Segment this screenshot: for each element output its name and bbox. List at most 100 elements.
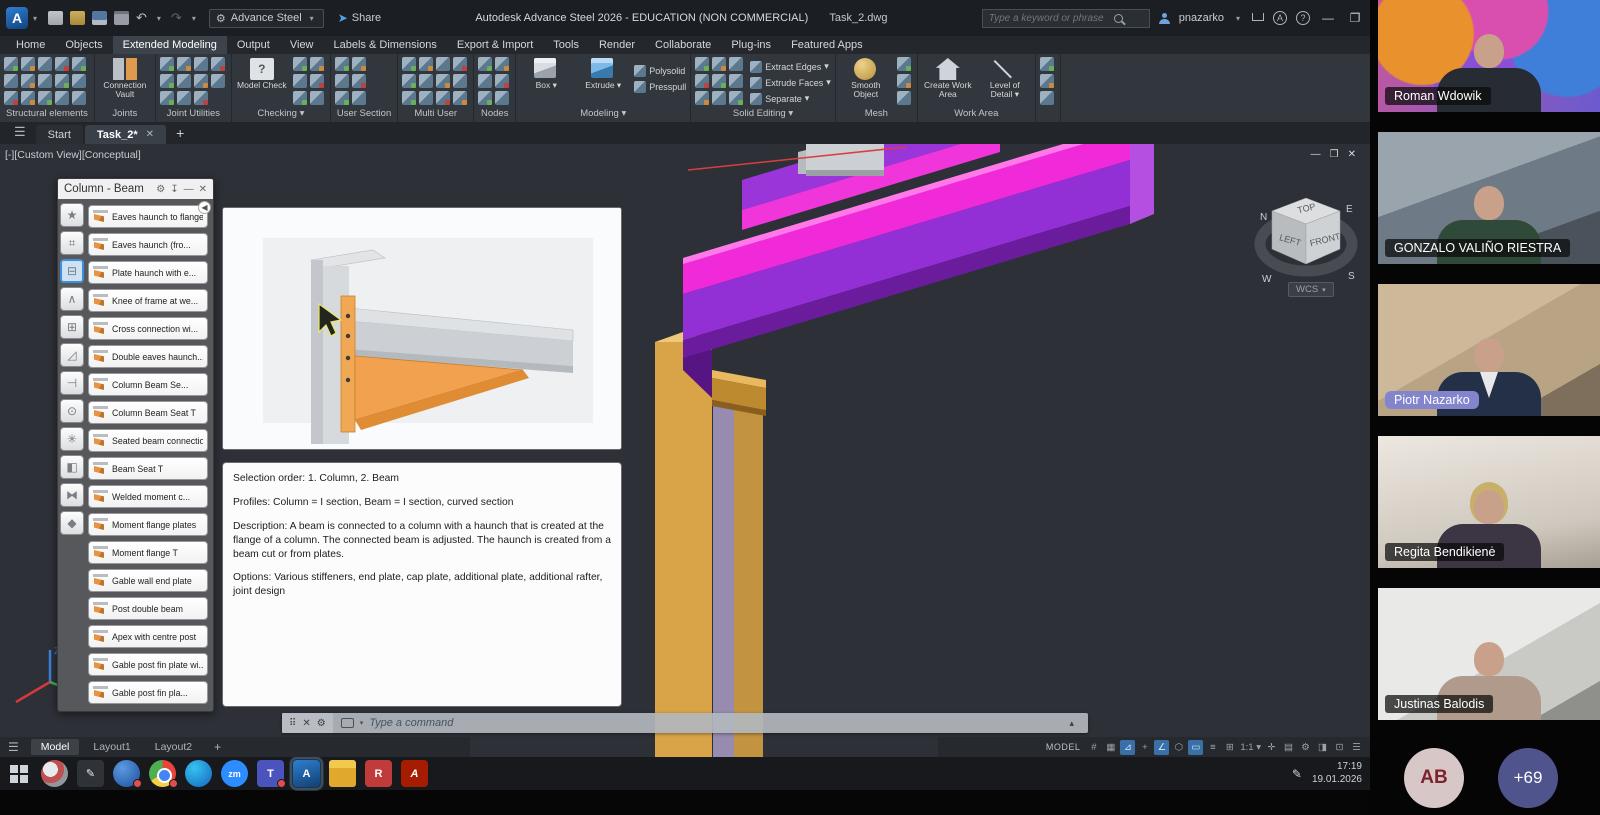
joint-utility-icon[interactable] bbox=[211, 74, 225, 88]
joint-item[interactable]: Moment flange T bbox=[88, 541, 208, 564]
node-tool-icon[interactable] bbox=[495, 74, 509, 88]
solid-editing-icon[interactable] bbox=[712, 57, 726, 71]
structural-tool-icon[interactable] bbox=[55, 91, 69, 105]
command-line[interactable]: ⠿ ✕ ⚙ ▾ Type a command ▴ bbox=[282, 713, 1088, 733]
joint-utility-icon[interactable] bbox=[211, 57, 225, 71]
structural-tool-icon[interactable] bbox=[4, 57, 18, 71]
status-toggle-icon[interactable]: ⬡ bbox=[1171, 740, 1186, 755]
status-toggle-icon[interactable]: ▤ bbox=[1281, 740, 1296, 755]
ribbon-tab[interactable]: Plug-ins bbox=[721, 36, 781, 54]
joint-category-button[interactable]: ◿ bbox=[60, 343, 84, 367]
user-section-icon[interactable] bbox=[352, 74, 366, 88]
save-icon[interactable] bbox=[92, 11, 107, 25]
recent-commands-icon[interactable] bbox=[341, 718, 354, 728]
taskbar-app-icon[interactable]: A bbox=[293, 760, 320, 787]
command-customize-icon[interactable]: ⚙ bbox=[317, 718, 326, 729]
status-toggle-icon[interactable]: ▦ bbox=[1103, 740, 1118, 755]
user-section-icon[interactable] bbox=[335, 57, 349, 71]
extra-tool-icon[interactable] bbox=[1040, 91, 1054, 105]
palette-scroll-arrow-icon[interactable]: ◀ bbox=[198, 201, 211, 214]
joint-category-button[interactable]: ⧓ bbox=[60, 483, 84, 507]
tab-model[interactable]: Model bbox=[31, 739, 80, 755]
status-menu-icon[interactable]: ☰ bbox=[8, 740, 19, 754]
taskbar-app-icon[interactable] bbox=[41, 760, 68, 787]
participant-tile[interactable]: GONZALO VALIÑO RIESTRA bbox=[1378, 132, 1600, 264]
viewport-restore-icon[interactable]: ❐ bbox=[1330, 149, 1339, 160]
solid-editing-icon[interactable] bbox=[695, 74, 709, 88]
joint-item[interactable]: Double eaves haunch... bbox=[88, 345, 208, 368]
taskbar-clock[interactable]: 17:19 19.01.2026 bbox=[1312, 761, 1362, 786]
solid-editing-icon[interactable] bbox=[729, 74, 743, 88]
new-drawing-icon[interactable] bbox=[48, 11, 63, 25]
palette-header[interactable]: Column - Beam ⚙ ↧ — ✕ bbox=[58, 179, 213, 199]
ribbon-tab[interactable]: Collaborate bbox=[645, 36, 721, 54]
user-icon[interactable] bbox=[1159, 13, 1170, 24]
joint-utility-icon[interactable] bbox=[194, 91, 208, 105]
structural-tool-icon[interactable] bbox=[38, 74, 52, 88]
tab-task2[interactable]: Task_2* ✕ bbox=[85, 125, 166, 144]
multi-user-icon[interactable] bbox=[453, 74, 467, 88]
ribbon-tab[interactable]: View bbox=[280, 36, 324, 54]
status-toggle-icon[interactable]: ▭ bbox=[1188, 740, 1203, 755]
joint-item[interactable]: Welded moment c... bbox=[88, 485, 208, 508]
checking-tool-icon[interactable] bbox=[293, 74, 307, 88]
wcs-selector[interactable]: WCS ▾ bbox=[1288, 282, 1334, 297]
structural-tool-icon[interactable] bbox=[38, 91, 52, 105]
node-tool-icon[interactable] bbox=[495, 91, 509, 105]
command-history-icon[interactable]: ▴ bbox=[1063, 718, 1080, 729]
multi-user-icon[interactable] bbox=[453, 91, 467, 105]
status-toggle-icon[interactable]: ◨ bbox=[1315, 740, 1330, 755]
multi-user-icon[interactable] bbox=[419, 57, 433, 71]
joint-category-button[interactable]: ⌗ bbox=[60, 231, 84, 255]
structural-tool-icon[interactable] bbox=[4, 91, 18, 105]
joint-category-button[interactable]: ✳ bbox=[60, 427, 84, 451]
extrude-faces-button[interactable]: Extrude Faces▾ bbox=[750, 75, 831, 90]
undo-caret-icon[interactable]: ▾ bbox=[157, 14, 161, 23]
undo-icon[interactable]: ↶ bbox=[136, 10, 147, 26]
status-toggle-icon[interactable]: ∠ bbox=[1154, 740, 1169, 755]
structural-tool-icon[interactable] bbox=[38, 57, 52, 71]
autodesk-app-icon[interactable]: A bbox=[1273, 11, 1287, 25]
palette-minimize-icon[interactable]: — bbox=[184, 184, 194, 195]
taskbar-app-icon[interactable]: zm bbox=[221, 760, 248, 787]
joint-utility-icon[interactable] bbox=[177, 57, 191, 71]
help-icon[interactable]: ? bbox=[1296, 11, 1310, 25]
joint-category-button[interactable]: ⊞ bbox=[60, 315, 84, 339]
status-toggle-icon[interactable]: ≡ bbox=[1205, 740, 1220, 755]
command-input[interactable]: Type a command bbox=[369, 717, 1057, 729]
ribbon-tab[interactable]: Render bbox=[589, 36, 645, 54]
workspace-switcher[interactable]: ⚙ Advance Steel ▾ bbox=[209, 9, 324, 28]
user-section-icon[interactable] bbox=[335, 91, 349, 105]
joint-category-button[interactable]: ⊣ bbox=[60, 371, 84, 395]
joint-item[interactable]: Plate haunch with e... bbox=[88, 261, 208, 284]
close-tab-icon[interactable]: ✕ bbox=[146, 129, 154, 140]
palette-close-icon[interactable]: ✕ bbox=[199, 184, 207, 195]
multi-user-icon[interactable] bbox=[436, 91, 450, 105]
solid-editing-icon[interactable] bbox=[712, 74, 726, 88]
new-layout-icon[interactable]: + bbox=[206, 740, 229, 754]
participant-tile[interactable]: Roman Wdowik bbox=[1378, 0, 1600, 112]
tab-layout1[interactable]: Layout1 bbox=[83, 739, 140, 755]
presspull-button[interactable]: Presspull bbox=[634, 79, 686, 94]
palette-pin-icon[interactable]: ↧ bbox=[170, 184, 178, 195]
status-toggle-icon[interactable]: ☰ bbox=[1349, 740, 1364, 755]
joint-category-button[interactable]: ⊙ bbox=[60, 399, 84, 423]
multi-user-icon[interactable] bbox=[402, 91, 416, 105]
viewport-minimize-icon[interactable]: — bbox=[1311, 149, 1321, 160]
checking-tool-icon[interactable] bbox=[310, 74, 324, 88]
joint-item[interactable]: Apex with centre post bbox=[88, 625, 208, 648]
user-section-icon[interactable] bbox=[352, 91, 366, 105]
joint-item[interactable]: Beam Seat T bbox=[88, 457, 208, 480]
status-toggle-icon[interactable]: ⊞ bbox=[1222, 740, 1237, 755]
ribbon-tab[interactable]: Export & Import bbox=[447, 36, 543, 54]
structural-tool-icon[interactable] bbox=[72, 57, 86, 71]
joint-item[interactable]: Eaves haunch (fro... bbox=[88, 233, 208, 256]
taskbar-app-icon[interactable] bbox=[329, 760, 356, 787]
multi-user-icon[interactable] bbox=[453, 57, 467, 71]
signed-in-user[interactable]: pnazarko bbox=[1179, 12, 1224, 24]
ribbon-tab[interactable]: Featured Apps bbox=[781, 36, 873, 54]
ribbon-tab[interactable]: Extended Modeling bbox=[113, 36, 227, 54]
multi-user-icon[interactable] bbox=[419, 91, 433, 105]
model-space-badge[interactable]: MODEL bbox=[1046, 742, 1081, 752]
restore-window-icon[interactable]: ❐ bbox=[1346, 11, 1364, 25]
